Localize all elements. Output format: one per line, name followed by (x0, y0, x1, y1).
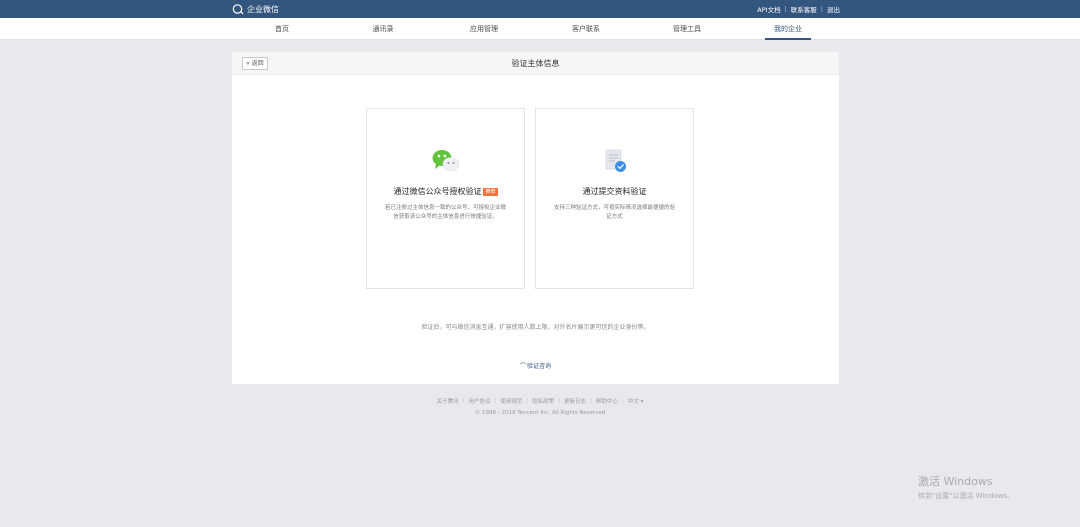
recommended-badge: 推荐 (483, 188, 498, 196)
footer-language-select[interactable]: 中文 ▾ (628, 397, 644, 405)
nav-item-app-management[interactable]: 应用管理 (454, 18, 514, 40)
card-title: 通过提交资料验证 (582, 187, 647, 196)
divider: | (526, 398, 529, 404)
divider: | (558, 398, 561, 404)
footer-changelog-link[interactable]: 更新日志 (564, 397, 586, 405)
nav-item-customer-contact[interactable]: 客户联系 (556, 18, 616, 40)
verification-consult-link[interactable]: ⌒验证咨询 (232, 361, 839, 370)
wechat-icon (367, 148, 524, 174)
verification-benefits-note: 验证后，可与微信消息互通，扩容使用人数上限，对外名片展示更可信的企业身份等。 (421, 324, 650, 331)
brand-logo[interactable]: 企业微信 (232, 2, 279, 16)
card-description: 支持三种验证方式，可按实际情况选择最便捷的验证方式 (554, 205, 676, 220)
divider: | (494, 398, 497, 404)
watermark-title: 激活 Windows (918, 475, 993, 488)
divider: | (820, 5, 823, 13)
main-nav: 首页 通讯录 应用管理 客户联系 管理工具 我的企业 (0, 18, 1080, 40)
page-title: 验证主体信息 (511, 59, 560, 68)
panel-header: « 返回 验证主体信息 (232, 52, 839, 75)
copyright: © 1998 - 2019 Tencent Inc. All Rights Re… (474, 410, 606, 416)
document-verified-icon (536, 148, 693, 174)
card-description: 若已注册过主体信息一致的公众号，可授权企业微信获取该公众号的主体信息进行快捷验证… (385, 205, 507, 220)
verification-consult-label: 验证咨询 (527, 363, 552, 370)
watermark-subtitle: 转到"设置"以激活 Windows。 (918, 492, 1014, 500)
card-title: 通过微信公众号授权验证 推荐 (367, 186, 524, 197)
windows-activation-watermark: 激活 Windows 转到"设置"以激活 Windows。 (918, 473, 1014, 501)
top-bar: 企业微信 API文档 | 联系客服 | 退出 (0, 0, 1080, 18)
wecom-logo-icon (232, 3, 244, 15)
api-docs-link[interactable]: API文档 (757, 4, 780, 14)
footer-about-link[interactable]: 关于腾讯 (437, 397, 459, 405)
footer-help-center-link[interactable]: 帮助中心 (596, 397, 618, 405)
top-links: API文档 | 联系客服 | 退出 (757, 4, 840, 14)
contact-support-link[interactable]: 联系客服 (791, 4, 817, 14)
nav-item-my-company[interactable]: 我的企业 (758, 18, 818, 40)
wechat-official-account-verify-card[interactable]: 通过微信公众号授权验证 推荐 若已注册过主体信息一致的公众号，可授权企业微信获取该… (366, 108, 525, 289)
nav-item-management-tools[interactable]: 管理工具 (657, 18, 717, 40)
nav-item-contacts[interactable]: 通讯录 (353, 18, 413, 40)
footer-user-agreement-link[interactable]: 用户协议 (468, 397, 490, 405)
headset-icon: ⌒ (519, 363, 526, 370)
footer-privacy-link[interactable]: 隐私政策 (532, 397, 554, 405)
brand-name: 企业微信 (247, 4, 279, 14)
logout-link[interactable]: 退出 (827, 4, 840, 14)
nav-item-home[interactable]: 首页 (252, 18, 312, 40)
divider: | (590, 398, 592, 404)
footer: 关于腾讯 | 用户协议 | 使用规范 | 隐私政策 | 更新日志 | 帮助中心 … (0, 397, 1080, 416)
divider: | (622, 398, 624, 404)
verify-panel: « 返回 验证主体信息 通过微信公众号授权验证 推荐 若已注册过主体信息一致的公众… (232, 52, 839, 384)
card-title-text: 通过微信公众号授权验证 (393, 187, 482, 196)
divider: | (784, 5, 787, 13)
footer-usage-rules-link[interactable]: 使用规范 (500, 397, 522, 405)
submit-documents-verify-card[interactable]: 通过提交资料验证 支持三种验证方式，可按实际情况选择最便捷的验证方式 (535, 108, 694, 289)
divider: | (462, 398, 465, 404)
